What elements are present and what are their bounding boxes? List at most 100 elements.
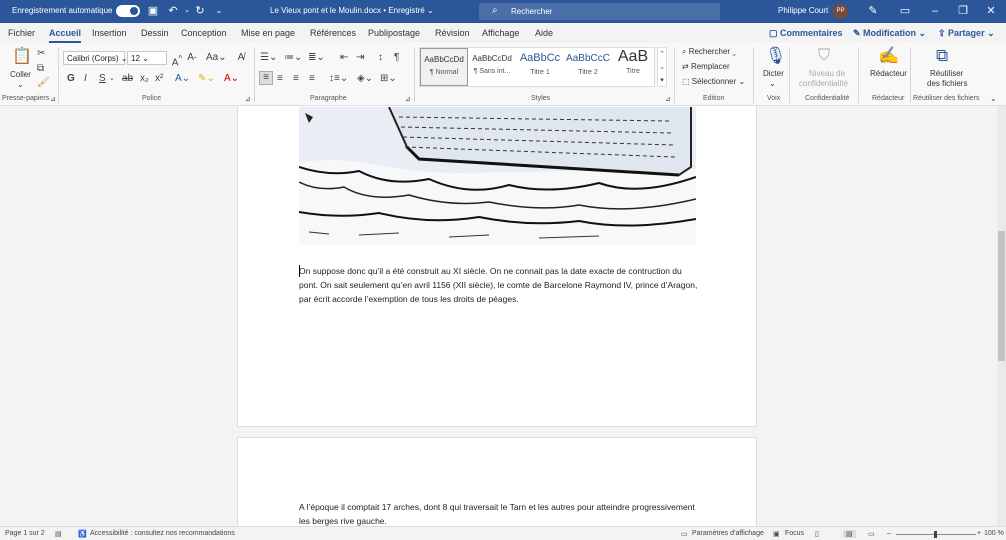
dialog-launcher-icon[interactable]: ⊿ [665,95,671,103]
bullets-icon[interactable]: ☰⌄ [260,52,277,64]
tab-accueil[interactable]: Accueil [49,28,82,43]
font-name-select[interactable]: Calibri (Corps) ⌄ [63,51,128,65]
dialog-launcher-icon[interactable]: ⊿ [245,95,251,103]
dialog-launcher-icon[interactable]: ⊿ [405,95,411,103]
zoom-slider-thumb[interactable] [934,531,937,538]
editor-button[interactable]: Rédacteur [870,69,907,78]
line-spacing-icon[interactable]: ↕≡⌄ [329,73,348,85]
accessibility-icon[interactable]: ♿ [78,530,87,538]
paste-label[interactable]: Coller [10,70,31,79]
cut-icon[interactable]: ✂ [37,48,45,60]
align-left-icon[interactable]: ≡ [259,71,273,85]
comments-button[interactable]: ▢ Commentaires [769,28,843,43]
document-paragraph[interactable]: On suppose donc qu’il a été construit au… [299,264,699,306]
text-effects-icon[interactable]: A⌄ [175,73,190,85]
increase-indent-icon[interactable]: ⇥ [356,52,364,64]
style-normal[interactable]: AaBbCcDd ¶ Normal [420,48,468,86]
focus-mode[interactable]: Focus [785,530,804,537]
display-settings-icon[interactable]: ▭ [681,530,688,538]
undo-dropdown-icon[interactable]: ⌄ [180,4,194,18]
maximize-icon[interactable]: ❐ [956,4,970,18]
collapse-ribbon-icon[interactable]: ⌄ [990,93,997,105]
zoom-in-icon[interactable]: + [977,530,981,537]
styles-scroll-icon[interactable]: ⌃ ⌄ ▾ [657,47,667,87]
editing-mode-button[interactable]: ✎ Modification ⌄ [853,28,926,43]
zoom-out-icon[interactable]: – [887,530,891,537]
zoom-slider[interactable] [896,531,976,538]
minimize-icon[interactable]: – [928,4,942,18]
avatar[interactable]: PP [833,4,848,19]
strikethrough-icon[interactable]: ab [122,73,133,85]
grow-font-icon[interactable]: A^ [171,52,183,69]
accessibility-status[interactable]: Accessibilité : consultez nos recommanda… [90,530,235,537]
document-area[interactable]: On suppose donc qu’il a été construit au… [0,106,1006,526]
document-paragraph[interactable]: A l’époque il comptait 17 arches, dont 8… [299,500,699,526]
justify-icon[interactable]: ≡ [309,73,315,85]
microphone-icon[interactable]: 🎙 [765,46,787,66]
shrink-font-icon[interactable]: Aˇ [186,52,198,66]
print-layout-icon[interactable]: ▤ [843,530,856,538]
pilcrow-icon[interactable]: ¶ [394,52,399,64]
shading-icon[interactable]: ◈⌄ [357,73,373,85]
customize-toolbar-icon[interactable]: ⌄ [212,4,226,18]
undo-icon[interactable]: ↶ [166,4,180,18]
tab-insertion[interactable]: Insertion [92,28,127,38]
focus-icon[interactable]: ▣ [773,530,780,538]
change-case-icon[interactable]: Aa⌄ [206,52,227,64]
bold-icon[interactable]: G [67,73,75,85]
save-icon[interactable]: ▣ [146,4,160,18]
tab-aide[interactable]: Aide [535,28,553,38]
align-center-icon[interactable]: ≡ [277,73,283,85]
document-title[interactable]: Le Vieux pont et le Moulin.docx • Enregi… [270,6,434,15]
close-icon[interactable]: ✕ [984,4,998,18]
zoom-level[interactable]: 100 % [984,530,1004,537]
numbering-icon[interactable]: ≔⌄ [284,52,302,64]
share-button[interactable]: ⇪ Partager ⌄ [938,28,995,43]
chevron-down-icon[interactable]: ⌄ [17,80,24,89]
read-mode-icon[interactable]: ▯ [815,530,819,538]
format-painter-icon[interactable]: 🖌 [37,77,50,89]
style-heading-2[interactable]: AaBbCcC Titre 2 [564,48,612,86]
decrease-indent-icon[interactable]: ⇤ [340,52,348,64]
web-layout-icon[interactable]: ▭ [868,530,875,538]
tab-dessin[interactable]: Dessin [141,28,169,38]
style-no-spacing[interactable]: AaBbCcDd ¶ Sans int... [468,48,516,86]
tab-conception[interactable]: Conception [181,28,227,38]
style-heading-1[interactable]: AaBbCc Titre 1 [516,48,564,86]
clear-formatting-icon[interactable]: A̸ [235,52,247,64]
highlight-icon[interactable]: ✎⌄ [198,73,215,85]
chevron-down-icon[interactable]: ⌄ [769,79,776,88]
tab-mise-en-page[interactable]: Mise en page [241,28,295,38]
copy-icon[interactable]: ⧉ [37,63,44,75]
font-color-icon[interactable]: A⌄ [224,73,239,85]
subscript-icon[interactable]: x₂ [140,73,149,85]
sort-icon[interactable]: ↕ [378,52,383,64]
page-2[interactable]: A l’époque il comptait 17 arches, dont 8… [237,437,757,526]
tab-affichage[interactable]: Affichage [482,28,519,38]
page-count[interactable]: Page 1 sur 2 [5,530,45,537]
redo-icon[interactable]: ↻ [193,4,207,18]
tab-revision[interactable]: Révision [435,28,470,38]
ribbon-display-icon[interactable]: ▭ [898,4,912,18]
replace-button[interactable]: ⇄ Remplacer [682,62,730,71]
reuse-files-label-line2[interactable]: des fichiers [927,79,967,88]
borders-icon[interactable]: ⊞⌄ [380,73,397,85]
chevron-down-icon[interactable]: ⌄ [109,73,115,85]
proofing-icon[interactable]: ▤ [55,530,62,538]
select-button[interactable]: ⬚ Sélectionner ⌄ [682,77,745,86]
find-button[interactable]: ⌕ Rechercher ⌄ [682,47,736,57]
pen-icon[interactable]: ✎ [866,4,880,18]
user-name[interactable]: Philippe Court [778,6,828,15]
paste-icon[interactable]: 📋 [12,47,32,69]
font-size-select[interactable]: 12 ⌄ [127,51,167,65]
superscript-icon[interactable]: x² [155,73,163,85]
reuse-files-icon[interactable]: ⧉ [936,46,948,66]
align-right-icon[interactable]: ≡ [293,73,299,85]
reuse-files-label-line1[interactable]: Réutiliser [930,69,963,78]
vertical-scrollbar[interactable] [997,106,1006,526]
style-title[interactable]: AaB Titre [612,48,654,86]
dictate-button[interactable]: Dicter [763,69,784,78]
search-box[interactable]: ⌕ Rechercher [479,3,720,20]
bridge-sketch-image[interactable] [299,107,696,245]
italic-icon[interactable]: I [84,73,87,85]
